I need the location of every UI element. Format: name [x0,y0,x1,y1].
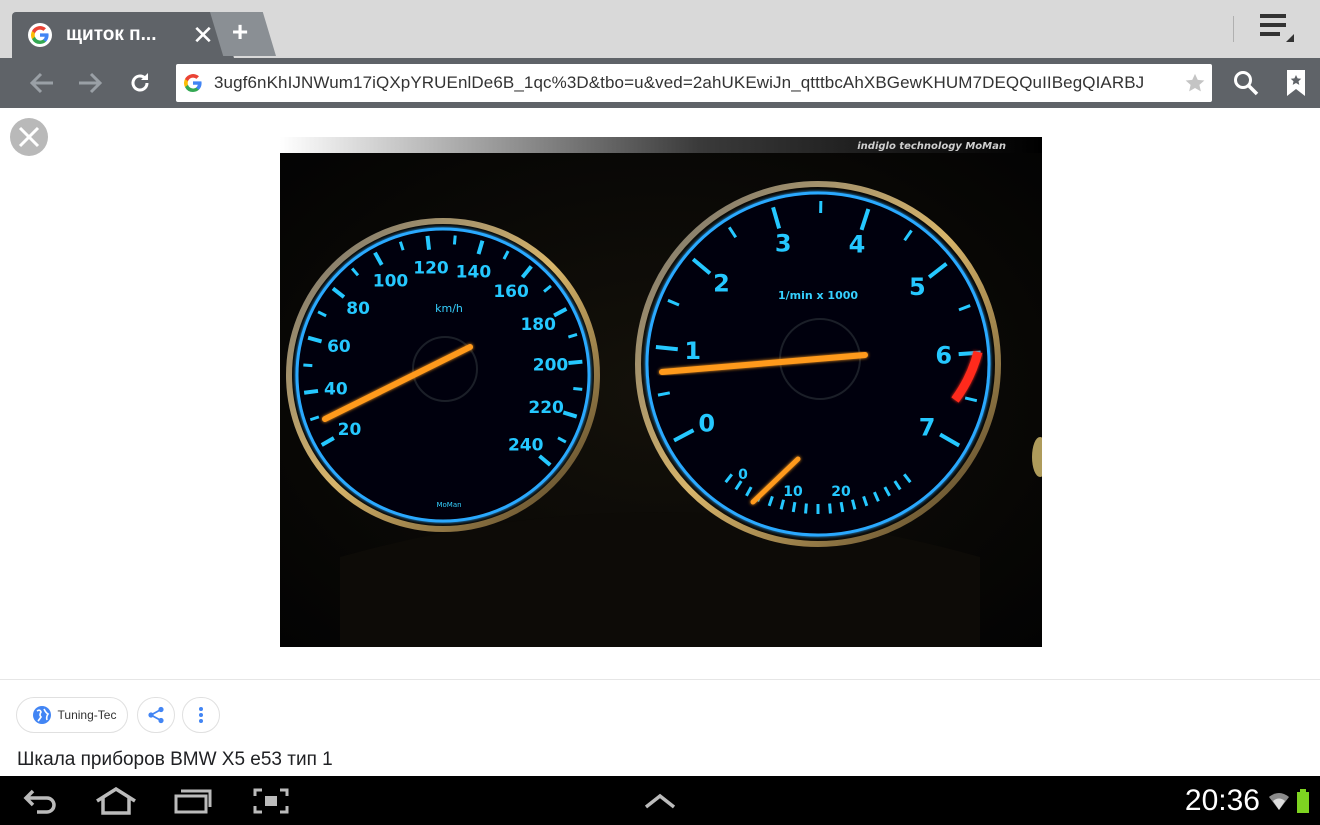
preview-image[interactable]: indiglo technology MoMan 20 40 60 80 100 120 1… [280,137,1042,647]
gauge-label: 20 [338,420,362,440]
home-icon[interactable] [94,776,138,825]
content-divider [0,679,1320,680]
reload-icon[interactable] [120,58,160,108]
gauge-label: 0 [698,410,715,438]
econ-tick [828,503,832,514]
status-clock: 20:36 [1184,784,1260,817]
econ-label: 10 [783,484,803,500]
back-arrow-icon[interactable] [22,58,62,108]
back-icon[interactable] [20,776,60,825]
gauge-label: 7 [919,413,936,441]
more-vert-icon [199,707,203,723]
gauge-tick [452,235,457,245]
browser-toolbar: 3ugf6nKhIJNWum17iQXpYRUEnlDe6B_1qc%3D&tb… [0,58,1320,108]
gauge-label: 160 [493,282,529,302]
gauge-tick [655,344,678,352]
system-nav-bar: 20:36 [0,776,1320,825]
tacho-unit-label: 1/min x 1000 [778,289,858,302]
gauge-label: 40 [324,380,348,400]
econ-tick [839,501,845,513]
gauge-label: 200 [533,356,569,376]
econ-label: 20 [831,484,851,500]
gauge-label: 220 [528,398,564,418]
tab-title: щиток п... [66,24,157,45]
speedo-brand-label: MoMan [436,501,461,509]
recent-apps-icon[interactable] [173,776,213,825]
menu-icon[interactable] [1260,14,1296,44]
url-text[interactable]: 3ugf6nKhIJNWum17iQXpYRUEnlDe6B_1qc%3D&tb… [214,73,1178,93]
gauge-tick [425,235,432,250]
gauge-label: 140 [456,262,492,282]
gauge-label: 1 [684,337,701,365]
gauge-tick [303,388,319,395]
source-label: Tuning-Tec [57,708,117,722]
econ-tick [804,503,808,514]
forward-arrow-icon[interactable] [70,58,110,108]
gauge-label: 6 [935,342,952,370]
gauge-tick [568,359,583,366]
close-preview-button[interactable] [10,118,48,156]
share-icon [148,706,164,724]
close-icon [18,126,40,148]
more-options-button[interactable] [182,697,220,733]
google-logo-icon [28,23,52,47]
address-bar[interactable]: 3ugf6nKhIJNWum17iQXpYRUEnlDe6B_1qc%3D&tb… [176,64,1212,102]
google-logo-icon [182,72,204,94]
tab-strip: щиток п... ✕ + [0,0,1320,58]
speedo-unit-label: km/h [435,302,463,315]
chevron-up-icon[interactable] [640,776,680,825]
gauge-label: 80 [346,299,370,319]
gauge-label: 3 [775,229,792,257]
battery-icon [1294,776,1312,825]
share-button[interactable] [137,697,175,733]
tachometer: 0 1 2 3 4 5 6 7 1/min x 1000 0 10 20 [635,181,1001,547]
globe-icon [32,706,51,724]
speedometer: 20 40 60 80100120 140160 180 200 220 240 km/h Mo… [286,218,600,532]
menu-separator [1233,16,1234,42]
gauge-label: 60 [327,337,351,357]
gauge-label: 100 [373,272,409,292]
gauge-label: 120 [413,259,449,279]
plus-icon[interactable]: + [227,18,253,46]
gauge-label: 2 [713,269,730,297]
image-caption[interactable]: Шкала приборов BMW X5 e53 тип 1 [17,749,333,771]
econ-label: 0 [738,467,748,483]
tab-active[interactable]: щиток п... ✕ [12,12,234,58]
gauge-tick [573,386,583,391]
screenshot-icon[interactable] [252,776,290,825]
bookmark-icon[interactable] [1276,58,1316,108]
search-icon[interactable] [1226,58,1266,108]
gauge-label: 240 [508,435,544,455]
star-icon[interactable] [1178,72,1212,94]
econ-tick [791,501,797,513]
source-chip[interactable]: Tuning-Tec [16,697,128,733]
gauge-tick [303,363,313,368]
gauge-label: 180 [520,315,556,335]
tab-close-icon[interactable]: ✕ [190,22,216,48]
gauge-label: 4 [849,231,866,259]
watermark-text: indiglo technology MoMan [857,141,1006,152]
gauge-label: 5 [909,273,926,301]
wifi-icon [1266,776,1292,825]
